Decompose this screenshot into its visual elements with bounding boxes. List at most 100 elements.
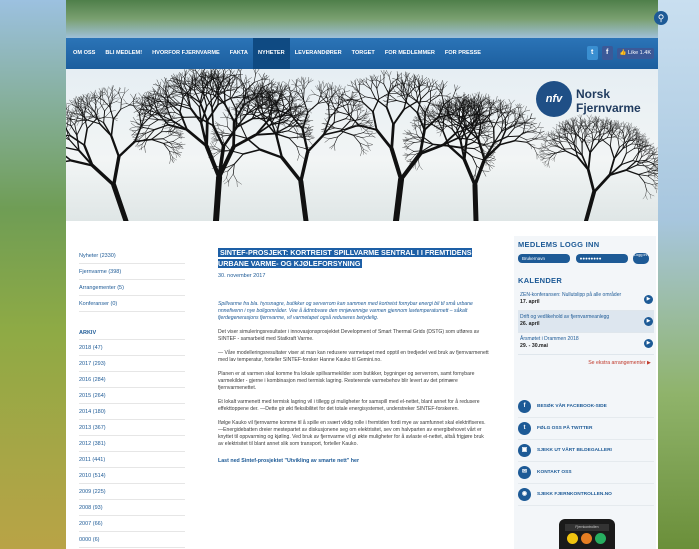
tree-branch: [98, 88, 103, 94]
tree-branch: [474, 165, 477, 175]
tree-branch: [495, 122, 501, 128]
archive-year-link[interactable]: 2007 (66): [79, 516, 185, 532]
category-link[interactable]: Arrangementer (5): [79, 280, 185, 296]
tree-branch: [533, 147, 541, 150]
twitter-icon[interactable]: t: [586, 46, 598, 60]
nav-item-torget[interactable]: TORGET: [347, 38, 380, 69]
tree-branch: [409, 75, 414, 80]
tree-branch: [157, 104, 163, 109]
tree-branch: [591, 116, 594, 121]
tree-branch: [299, 154, 305, 159]
archive-year-link[interactable]: 2009 (225): [79, 484, 185, 500]
download-link[interactable]: Last ned Sintef-prosjektet "Utvikling av…: [218, 458, 490, 464]
archive-year-link[interactable]: 2016 (284): [79, 372, 185, 388]
calendar-event[interactable]: Årsmøtet i Drammen 2018 29. - 30.mai ▶: [518, 333, 654, 355]
tree-branch: [647, 175, 654, 181]
tree-branch: [88, 93, 92, 99]
nav-item-om-oss[interactable]: OM OSS: [68, 38, 100, 69]
tree-branch: [477, 138, 486, 161]
archive-year-link[interactable]: 2010 (514): [79, 468, 185, 484]
quick-link[interactable]: t FØLG OSS PÅ TWITTER: [518, 418, 654, 440]
tree-branch: [354, 103, 361, 106]
tree-branch: [177, 131, 183, 133]
nav-item-hvorfor-fjernvarme[interactable]: HVORFOR FJERNVARME: [147, 38, 225, 69]
nav-item-fakta[interactable]: FAKTA: [225, 38, 253, 69]
tree-branch: [320, 80, 324, 87]
nav-item-bli-medlem-[interactable]: BLI MEDLEM!: [100, 38, 147, 69]
tree-branch: [519, 120, 524, 123]
tree-branch: [601, 139, 611, 147]
archive-year-link[interactable]: 0000 (6): [79, 532, 185, 548]
username-input[interactable]: Brukernavn: [518, 254, 570, 263]
nav-item-leverandører[interactable]: LEVERANDØRER: [290, 38, 347, 69]
archive-year-link[interactable]: 2018 (47): [79, 340, 185, 356]
calendar-event[interactable]: ZEN-konferansen: Nullutslipp på alle omr…: [518, 289, 654, 311]
login-button[interactable]: Logg inn: [633, 253, 650, 264]
tree-branch: [281, 83, 284, 91]
article-title[interactable]: SINTEF-PROSJEKT: KORTREIST SPILLVARME SE…: [218, 248, 472, 268]
quick-link[interactable]: ▣ SJEKK UT VÅRT BILDEGALLERI: [518, 440, 654, 462]
facebook-icon[interactable]: f: [601, 46, 613, 60]
site-container: OM OSS BLI MEDLEM! HVORFOR FJERNVARME FAKTA…: [66, 38, 658, 549]
more-events-link[interactable]: Se ekstra arrangementer ▶: [518, 360, 654, 366]
tree-branch: [630, 126, 635, 129]
archive-year-link[interactable]: 2013 (367): [79, 420, 185, 436]
search-icon[interactable]: ⚲: [654, 11, 668, 25]
tree-branch: [235, 117, 254, 129]
tree-branch: [287, 79, 290, 86]
tree-branch: [657, 153, 658, 155]
tree-branch: [638, 131, 641, 136]
quick-link-label: FØLG OSS PÅ TWITTER: [537, 426, 593, 431]
article-lead: Spillvarme fra bla. hyssnagre, butikker …: [218, 301, 473, 321]
tree-branch: [630, 129, 632, 134]
nav-item-nyheter[interactable]: NYHETER: [252, 38, 290, 69]
tree-branch: [196, 69, 200, 74]
tree-branch: [443, 81, 448, 87]
category-link[interactable]: Konferanser (0): [79, 296, 185, 312]
tree-branch: [554, 130, 559, 134]
archive-year-link[interactable]: 2011 (441): [79, 452, 185, 468]
tree-branch: [236, 180, 242, 185]
tree-branch: [362, 135, 370, 138]
tree-branch: [118, 92, 122, 100]
tree-branch: [434, 124, 441, 127]
nav-item-for-medlemmer[interactable]: FOR MEDLEMMER: [380, 38, 440, 69]
archive-heading: ARKIV: [79, 326, 185, 340]
tree-branch: [329, 136, 338, 139]
tree-branch: [577, 134, 583, 144]
tree-branch: [393, 176, 405, 221]
archive-year-link[interactable]: 2017 (293): [79, 356, 185, 372]
facebook-like-button[interactable]: 👍 Like 1.4K: [616, 47, 654, 59]
archive-year-link[interactable]: 2015 (264): [79, 388, 185, 404]
tree-branch: [150, 138, 164, 140]
tree-branch: [215, 69, 219, 73]
password-input[interactable]: ●●●●●●●●: [575, 254, 628, 263]
tree-branch: [142, 97, 145, 102]
archive-year-link[interactable]: 2008 (93): [79, 500, 185, 516]
tree-branch: [506, 127, 515, 138]
category-link[interactable]: Nyheter (2330): [79, 248, 185, 264]
arrow-right-icon[interactable]: ▶: [644, 317, 653, 326]
tree-branch: [637, 174, 646, 183]
tree-branch: [385, 106, 395, 126]
quick-link[interactable]: ✉ KONTAKT OSS: [518, 462, 654, 484]
arrow-right-icon[interactable]: ▶: [644, 339, 653, 348]
archive-year-link[interactable]: 2014 (180): [79, 404, 185, 420]
tree-branch: [482, 170, 487, 177]
tree-branch: [383, 83, 390, 94]
tree-branch: [362, 132, 371, 135]
archive-year-link[interactable]: 2012 (381): [79, 436, 185, 452]
article-paragraph: Ifølge Kauko vil fjernvarme komme til å …: [218, 420, 486, 447]
tree-branch: [157, 104, 163, 108]
tree-branch: [485, 122, 491, 127]
quick-link[interactable]: f BESØK VÅR FACEBOOK-SIDE: [518, 396, 654, 418]
calendar-event[interactable]: Drift og vedlikehold av fjernvarmeanlegg…: [518, 311, 654, 333]
tree-branch: [587, 142, 590, 147]
arrow-right-icon[interactable]: ▶: [644, 295, 653, 304]
quick-link[interactable]: ◉ SJEKK FJERNKONTROLLEN.NO: [518, 484, 654, 506]
nav-item-for-presse[interactable]: FOR PRESSE: [440, 38, 486, 69]
tree-branch: [408, 154, 416, 156]
tree-branch: [297, 154, 300, 161]
category-link[interactable]: Fjernvarme (398): [79, 264, 185, 280]
tree-branch: [407, 74, 411, 80]
